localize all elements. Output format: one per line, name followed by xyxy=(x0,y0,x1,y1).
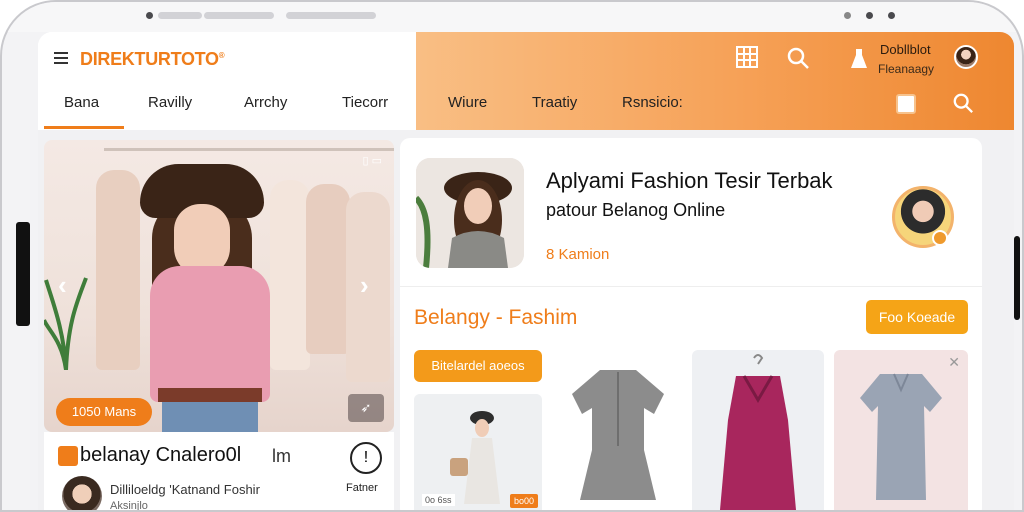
top-header: DIREKTURTOTO® Bana Ravilly Arrchy Tiecor… xyxy=(38,32,1014,130)
logo-mark: ® xyxy=(218,51,225,60)
nav-tab-ravilly[interactable]: Ravilly xyxy=(148,94,192,111)
product-label: 0o 6ss xyxy=(422,494,455,506)
info-icon[interactable]: ! xyxy=(350,442,382,474)
feature-tag[interactable]: 8 Kamion xyxy=(546,246,609,263)
avatar[interactable] xyxy=(62,476,102,510)
side-button-left xyxy=(16,222,30,326)
store-icon xyxy=(58,446,78,466)
left-info-card: belanay Cnalero0l lm ! Fatner Dilliloeld… xyxy=(44,432,394,512)
grid-icon[interactable] xyxy=(736,46,758,74)
store-mark: lm xyxy=(272,446,291,466)
product-card[interactable] xyxy=(552,350,684,510)
feature-title: Aplyami Fashion Tesir Terbak xyxy=(546,168,833,193)
side-button-right xyxy=(1014,236,1020,320)
profile-card-icon[interactable] xyxy=(896,94,916,114)
store-subtitle-secondary: Aksinjlo xyxy=(110,500,148,512)
product-card[interactable]: ✕ xyxy=(834,350,968,510)
brand-logo[interactable]: DIREKTURTOTO® xyxy=(80,49,225,70)
status-pill xyxy=(204,12,274,19)
nav-tab-wiure[interactable]: Wiure xyxy=(448,94,487,111)
hero-status-icons: ▯ ▭ xyxy=(362,155,382,167)
close-icon[interactable]: ✕ xyxy=(948,354,960,371)
divider xyxy=(400,286,982,287)
nav-tab-tiecorr[interactable]: Tiecorr xyxy=(342,94,388,111)
logo-text: DIREKTURTOTO xyxy=(80,49,219,69)
user-subtitle: Fleanaagy xyxy=(878,62,935,76)
hanging-garment xyxy=(306,184,350,354)
avatar[interactable] xyxy=(954,45,978,69)
search-icon[interactable] xyxy=(786,46,810,76)
share-icon[interactable]: ➶ xyxy=(348,394,384,422)
product-card[interactable] xyxy=(692,350,824,510)
status-bezel xyxy=(2,2,1022,32)
user-name: Dobllblot xyxy=(880,42,931,57)
status-pill xyxy=(158,12,202,19)
product-tag: bo00 xyxy=(509,494,538,508)
status-dot xyxy=(844,12,851,19)
chevron-left-icon[interactable]: ‹ xyxy=(58,270,67,301)
hanging-garment xyxy=(96,170,140,370)
model-photo xyxy=(140,158,290,432)
status-dot xyxy=(866,12,873,19)
hero-banner[interactable]: ‹ › ▯ ▭ 1050 Mans ➶ xyxy=(44,140,394,432)
section-action-button[interactable]: Foo Koeade xyxy=(866,300,968,334)
section-title: Belangy - Fashim xyxy=(414,306,578,329)
store-subtitle: Dilliloeldg 'Katnand Foshir xyxy=(110,482,260,497)
featured-photo[interactable] xyxy=(416,158,524,268)
info-label: Fatner xyxy=(346,482,378,494)
feature-subtitle: patour Belanog Online xyxy=(546,200,726,220)
main-content-panel: Aplyami Fashion Tesir Terbak patour Bela… xyxy=(400,138,982,510)
filter-chip[interactable]: Bitelardel aoeos xyxy=(414,350,542,382)
phone-device: DIREKTURTOTO® Bana Ravilly Arrchy Tiecor… xyxy=(0,0,1024,512)
avatar-badge xyxy=(932,230,948,246)
status-pill xyxy=(286,12,376,19)
store-title: belanay Cnalero0l xyxy=(80,444,242,466)
nav-tab-traatiy[interactable]: Traatiy xyxy=(532,94,577,111)
nav-tab-arrchy[interactable]: Arrchy xyxy=(244,94,287,111)
app-screen: DIREKTURTOTO® Bana Ravilly Arrchy Tiecor… xyxy=(38,32,1014,512)
nav-tab-rsnsicio[interactable]: Rsnsicio: xyxy=(622,94,683,111)
hero-badge[interactable]: 1050 Mans xyxy=(56,398,152,426)
status-dot xyxy=(888,12,895,19)
nav-tab-bana[interactable]: Bana xyxy=(64,94,99,111)
chevron-right-icon[interactable]: › xyxy=(360,270,369,301)
status-dot xyxy=(146,12,153,19)
search-icon-secondary[interactable] xyxy=(952,92,974,120)
flask-icon[interactable] xyxy=(850,48,868,76)
active-tab-underline xyxy=(44,126,124,129)
clothes-rack xyxy=(104,148,394,151)
hamburger-icon[interactable] xyxy=(54,52,68,64)
header-white-area xyxy=(38,32,416,130)
product-card[interactable]: 0o 6ss bo00 xyxy=(414,394,542,510)
